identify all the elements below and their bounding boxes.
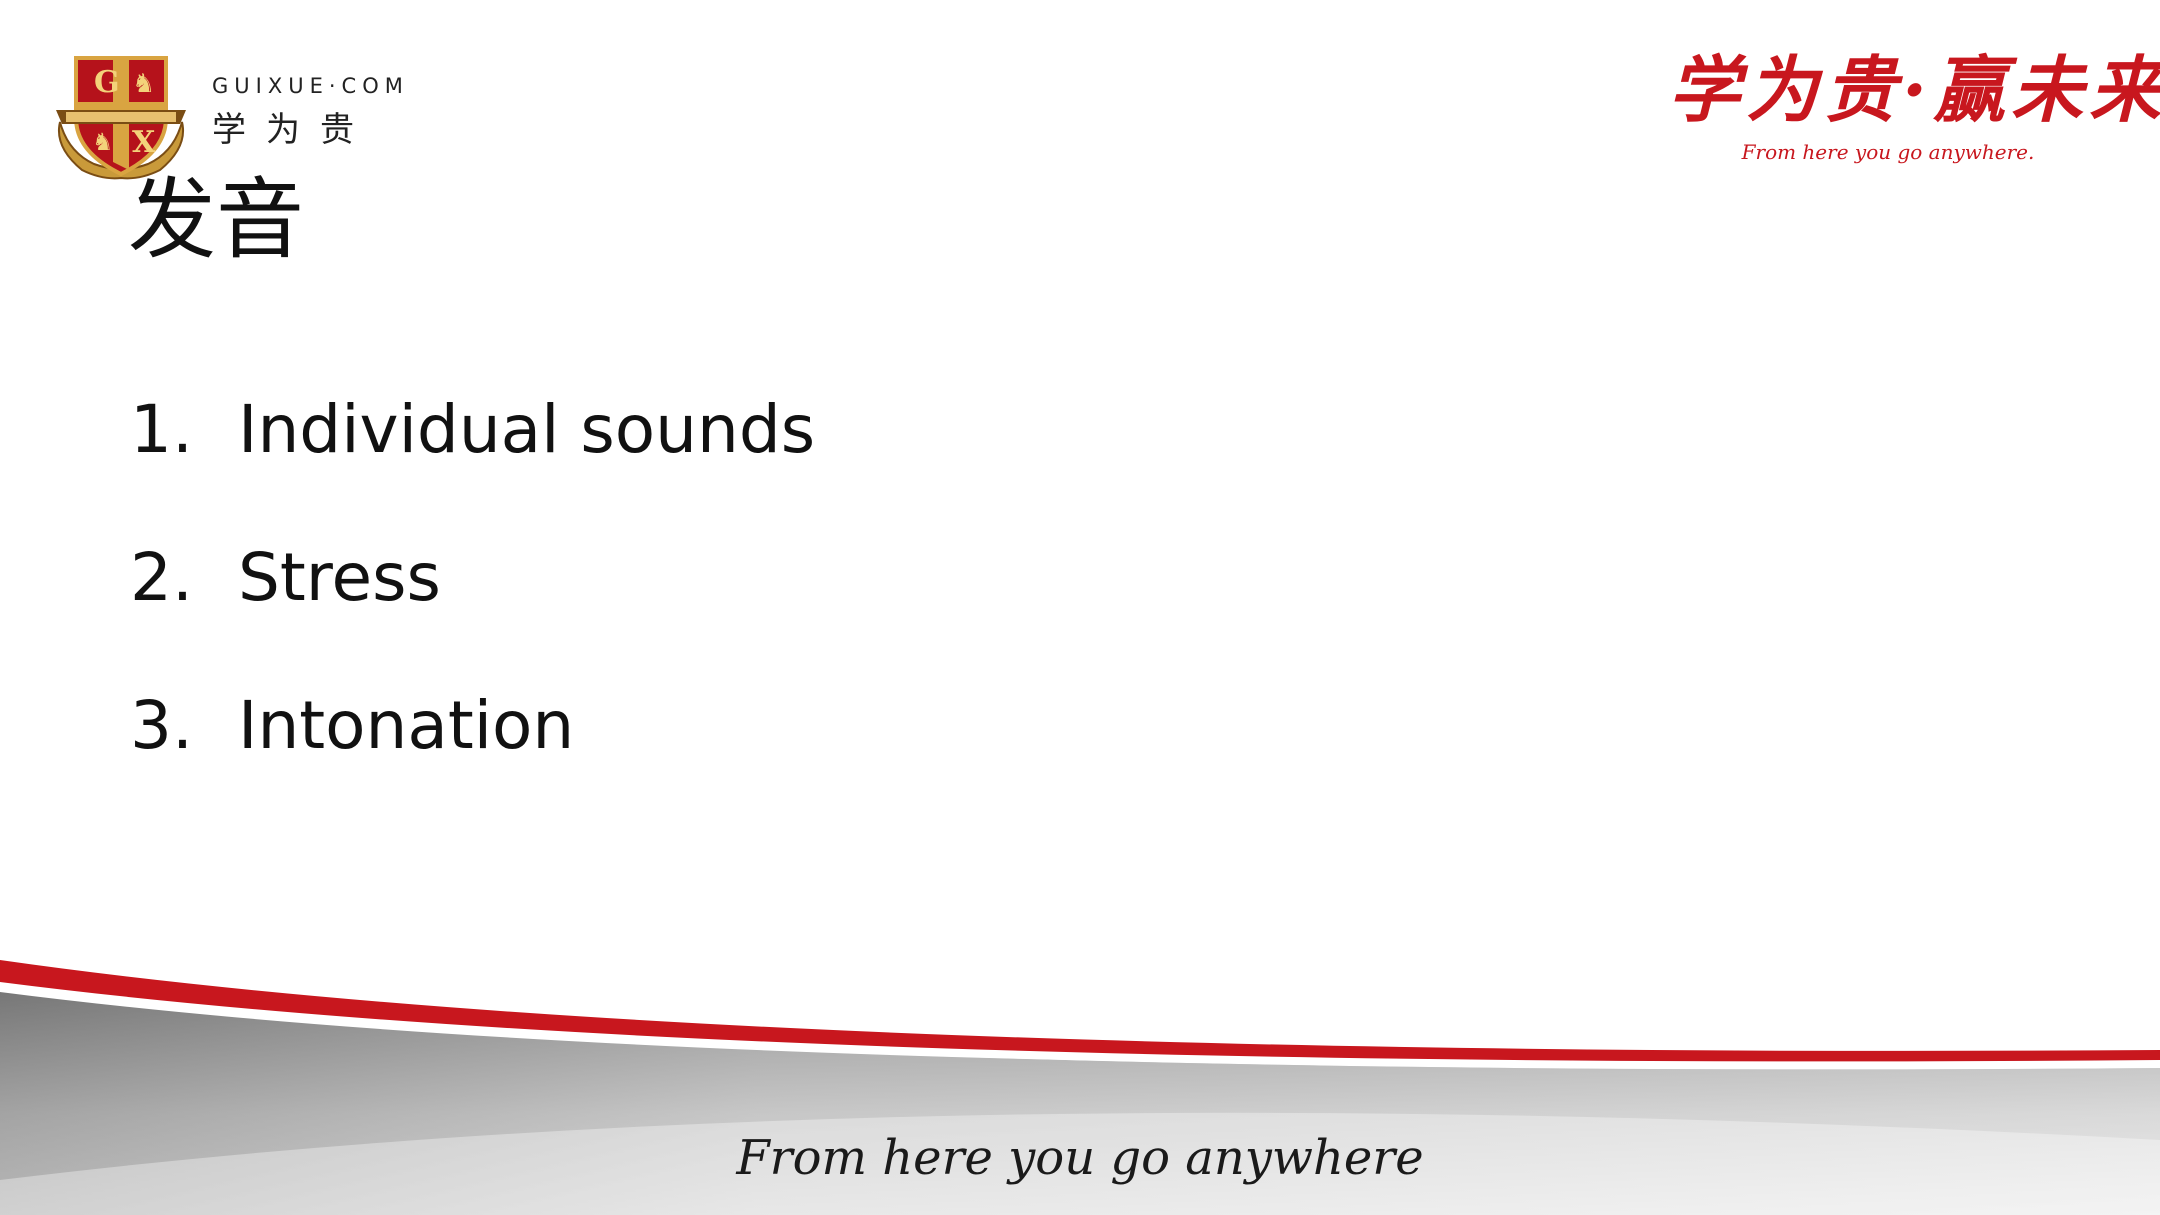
list-item-number: 2. bbox=[130, 539, 193, 616]
brand-domain-text: GUIXUE·COM bbox=[212, 74, 409, 98]
list-item-number: 1. bbox=[130, 391, 193, 468]
list-item-number: 3. bbox=[130, 687, 193, 764]
crest-icon: G ♞ ♞ X bbox=[56, 56, 186, 180]
svg-text:♞: ♞ bbox=[132, 69, 155, 99]
list-item-text: Intonation bbox=[238, 687, 575, 764]
list-item-text: Individual sounds bbox=[238, 391, 816, 468]
brand-chinese-name: 学为贵 bbox=[212, 110, 374, 150]
svg-text:X: X bbox=[132, 125, 156, 160]
list-item-text: Stress bbox=[238, 539, 441, 616]
footer-tagline: From here you go anywhere bbox=[736, 1130, 1424, 1186]
svg-text:G: G bbox=[94, 65, 120, 100]
slogan-chinese: 学为贵·赢未来 bbox=[1668, 47, 2160, 132]
slogan-logo: 学为贵·赢未来 From here you go anywhere. bbox=[1668, 42, 2160, 182]
brand-logo: G ♞ ♞ X GUIXUE·COM 学为贵 bbox=[52, 52, 412, 182]
slide: G ♞ ♞ X GUIXUE·COM 学为贵 学为贵·赢未来 From here… bbox=[0, 0, 2160, 1215]
slide-title: 发音 bbox=[128, 168, 305, 271]
svg-text:♞: ♞ bbox=[92, 128, 114, 156]
slogan-english: From here you go anywhere. bbox=[1741, 140, 2035, 164]
